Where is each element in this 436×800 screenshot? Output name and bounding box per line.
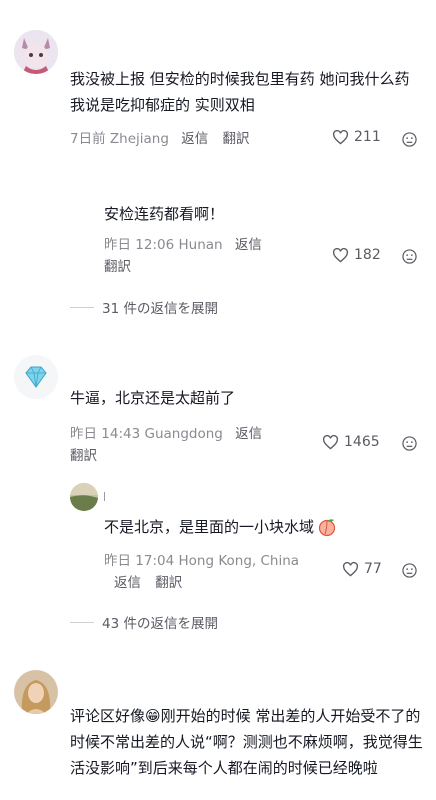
sad-face-icon[interactable] xyxy=(402,249,417,264)
timestamp: 昨日 14:43 xyxy=(70,426,141,442)
comment-text: 评论区好像😁刚开始的时候 常出差的人开始受不了的时候不常出差的人说“啊？测测也不… xyxy=(70,707,423,777)
like-button[interactable]: 1465 xyxy=(322,434,380,450)
expand-replies-button[interactable]: 31 件の返信を展開 xyxy=(70,297,218,317)
peach-emoji xyxy=(318,519,336,537)
divider xyxy=(70,306,94,308)
translate-button[interactable]: 翻訳 xyxy=(223,131,250,147)
avatar[interactable] xyxy=(14,355,58,399)
reply-text-content: 不是北京，是里面的一小块水域 xyxy=(104,518,315,536)
like-button[interactable]: 211 xyxy=(332,129,381,145)
reply-text: 不是北京，是里面的一小块水域 xyxy=(104,514,337,540)
reply-meta: 昨日 12:06 Hunan 返信 翻訳 xyxy=(104,234,304,278)
comment-text: 我没被上报 但安检的时候我包里有药 她问我什么药 我说是吃抑郁症的 实则双相 xyxy=(70,70,410,114)
author-indicator xyxy=(104,492,105,501)
expand-replies-button[interactable]: 43 件の返信を展開 xyxy=(70,612,218,632)
timestamp: 昨日 17:04 xyxy=(104,553,175,569)
translate-button[interactable]: 翻訳 xyxy=(155,575,182,591)
timestamp: 昨日 12:06 xyxy=(104,237,175,253)
like-count: 211 xyxy=(354,129,381,145)
like-count: 182 xyxy=(354,247,381,263)
reply-button[interactable]: 返信 xyxy=(235,426,262,442)
expand-replies-label: 31 件の返信を展開 xyxy=(102,301,218,317)
reply-text: 安检连药都看啊！ xyxy=(104,205,225,223)
avatar[interactable] xyxy=(70,483,98,511)
avatar[interactable] xyxy=(14,670,58,714)
diamond-icon xyxy=(14,355,58,399)
sad-face-icon[interactable] xyxy=(402,563,417,578)
comment-text: 牛逼，北京还是太超前了 xyxy=(70,389,236,407)
comment-meta: 7日前 Zhejiang 返信 翻訳 xyxy=(70,128,250,150)
heart-outline-icon xyxy=(342,561,359,577)
location: Guangdong xyxy=(144,426,223,442)
reply-button[interactable]: 返信 xyxy=(181,131,208,147)
divider xyxy=(70,621,94,623)
heart-outline-icon xyxy=(332,129,349,145)
reply-meta: 昨日 17:04 Hong Kong, China 返信 翻訳 xyxy=(104,550,324,594)
sad-face-icon[interactable] xyxy=(402,436,417,451)
location: Hunan xyxy=(178,237,223,253)
heart-outline-icon xyxy=(332,247,349,263)
avatar-portrait-icon xyxy=(14,670,58,714)
avatar-anime-icon xyxy=(14,30,58,74)
heart-outline-icon xyxy=(322,434,339,450)
like-count: 1465 xyxy=(344,434,380,450)
reply-button[interactable]: 返信 xyxy=(235,237,262,253)
comment-meta: 昨日 14:43 Guangdong 返信 翻訳 xyxy=(70,423,300,467)
timestamp: 7日前 xyxy=(70,131,106,147)
translate-button[interactable]: 翻訳 xyxy=(70,448,97,464)
like-button[interactable]: 182 xyxy=(332,247,381,263)
expand-replies-label: 43 件の返信を展開 xyxy=(102,616,218,632)
like-count: 77 xyxy=(364,561,382,577)
location: Zhejiang xyxy=(109,131,169,147)
translate-button[interactable]: 翻訳 xyxy=(104,259,131,275)
sad-face-icon[interactable] xyxy=(402,132,417,147)
like-button[interactable]: 77 xyxy=(342,561,382,577)
avatar[interactable] xyxy=(14,30,58,74)
location: Hong Kong, China xyxy=(178,553,300,569)
avatar-landscape-icon xyxy=(70,483,98,511)
reply-button[interactable]: 返信 xyxy=(114,575,141,591)
